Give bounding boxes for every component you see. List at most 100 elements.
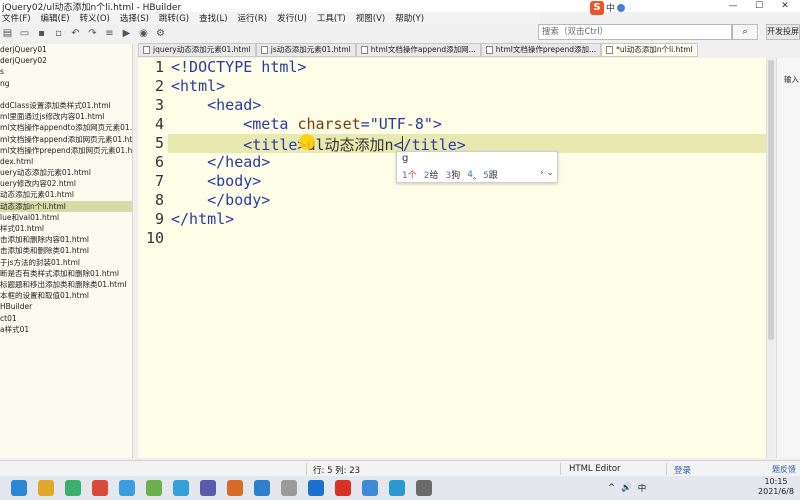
wps-icon[interactable] — [335, 480, 351, 496]
code-line[interactable]: <meta charset="UTF-8"> — [171, 115, 442, 133]
app-icon[interactable] — [416, 480, 432, 496]
ime-candidate[interactable]: 4‸ — [467, 170, 476, 180]
app-icon[interactable] — [92, 480, 108, 496]
tree-item[interactable]: ct01 — [0, 313, 132, 324]
editor-tab[interactable]: html文档操作prepend添加... — [480, 43, 602, 57]
tray-icon[interactable]: ^ — [608, 483, 615, 493]
tree-item[interactable]: uery修改内容02.html — [0, 178, 132, 189]
format-icon[interactable]: ≡ — [104, 28, 115, 39]
start-icon[interactable] — [11, 480, 27, 496]
save-all-icon[interactable]: ▫ — [53, 28, 64, 39]
tree-item[interactable]: derjQuery02 — [0, 55, 132, 66]
save-icon[interactable]: ▪ — [36, 28, 47, 39]
code-line[interactable]: <body> — [171, 172, 261, 190]
ime-lang-indicator[interactable]: 中 — [606, 1, 615, 14]
tree-item[interactable]: 标题题和移出添加类和删除类01.html — [0, 279, 132, 290]
tree-item[interactable]: 击添加和删除内容01.html — [0, 234, 132, 245]
undo-icon[interactable]: ↶ — [70, 28, 81, 39]
tree-item[interactable]: s — [0, 66, 132, 77]
tray-icon[interactable]: 中 — [638, 482, 647, 494]
tree-item[interactable]: ng — [0, 78, 132, 89]
open-folder-icon[interactable]: ▭ — [19, 28, 30, 39]
search-button[interactable]: ⌕ — [732, 24, 758, 40]
ime-candidate[interactable]: 5跟 — [483, 168, 498, 181]
settings-icon[interactable]: ⚙ — [155, 28, 166, 39]
tree-item[interactable]: 动态添加n个li.html — [0, 200, 132, 212]
menu-item[interactable]: 跳转(G) — [159, 12, 189, 24]
code-line[interactable]: </html> — [171, 210, 234, 228]
menu-item[interactable]: 编辑(E) — [41, 12, 70, 24]
ime-candidate[interactable]: 3狗 — [446, 168, 461, 181]
search-input[interactable]: 搜索（双击Ctrl） — [538, 24, 732, 40]
tree-item[interactable]: ml里面通过js修改内容01.html — [0, 111, 132, 122]
editor-tab[interactable]: js动态添加元素01.html — [255, 43, 356, 57]
code-line[interactable]: <head> — [171, 96, 261, 114]
tree-item[interactable]: uery动态添加元素01.html — [0, 167, 132, 178]
ime-candidate[interactable]: 2给 — [424, 168, 439, 181]
tree-item[interactable]: lue和val01.html — [0, 212, 132, 223]
code-line[interactable]: <!DOCTYPE html> — [171, 58, 306, 76]
ime-status-bar[interactable]: S 中 — [590, 0, 670, 15]
redo-icon[interactable]: ↷ — [87, 28, 98, 39]
code-line[interactable]: </body> — [171, 191, 270, 209]
tree-item[interactable]: a样式01 — [0, 324, 132, 335]
editor-tab[interactable]: jquery动态添加元素01.html — [138, 43, 256, 57]
code-line[interactable]: </head> — [171, 153, 270, 171]
tree-item[interactable]: 断是否有类样式添加和删除01.html — [0, 268, 132, 279]
new-file-icon[interactable]: ▤ — [2, 28, 13, 39]
menu-item[interactable]: 文件(F) — [2, 12, 31, 24]
tree-item[interactable]: dex.html — [0, 156, 132, 167]
tree-item[interactable]: 于js方法的封装01.html — [0, 257, 132, 268]
login-link[interactable]: 登录 — [674, 464, 691, 476]
menu-item[interactable]: 运行(R) — [238, 12, 268, 24]
menu-item[interactable]: 选择(S) — [120, 12, 149, 24]
menu-item[interactable]: 查找(L) — [199, 12, 227, 24]
browser-icon[interactable]: ◉ — [138, 28, 149, 39]
tree-item[interactable]: ml文档操作append添加网页元素01.html — [0, 134, 132, 145]
right-panel-label[interactable]: 输入 — [784, 74, 799, 85]
tree-item[interactable]: ml文档操作appendto添加网页元素01.html — [0, 122, 132, 133]
tree-item[interactable]: HBuilder — [0, 301, 132, 312]
editor-tab[interactable]: html文档操作append添加网... — [355, 43, 481, 57]
menu-item[interactable]: 发行(U) — [277, 12, 307, 24]
minimize-button[interactable]: — — [720, 0, 746, 12]
app-icon[interactable] — [200, 480, 216, 496]
menu-item[interactable]: 视图(V) — [356, 12, 385, 24]
tray-icon[interactable]: 🔊 — [621, 483, 632, 493]
system-clock[interactable]: 10:15 2021/6/8 — [752, 477, 800, 497]
tree-item[interactable] — [0, 89, 132, 100]
ime-settings-icon[interactable] — [617, 3, 626, 12]
tree-item[interactable]: ml文档操作prepend添加网页元素01.html — [0, 145, 132, 156]
hbuilder-taskbar-icon[interactable] — [254, 480, 270, 496]
app-icon[interactable] — [227, 480, 243, 496]
run-icon[interactable]: ▶ — [121, 28, 132, 39]
menu-item[interactable]: 转义(O) — [80, 12, 110, 24]
ime-candidate-popup[interactable]: g 1个 2给 3狗 4‸ 5跟 › ⌄ — [396, 151, 558, 183]
app-icon[interactable] — [308, 480, 324, 496]
editor-mode[interactable]: HTML Editor — [569, 464, 621, 474]
tree-item[interactable]: 本框的设置和取值01.html — [0, 290, 132, 301]
app-icon[interactable] — [146, 480, 162, 496]
maximize-button[interactable]: ☐ — [746, 0, 772, 12]
browser-app-icon[interactable] — [65, 480, 81, 496]
scrollbar-thumb[interactable] — [768, 60, 774, 340]
close-button[interactable]: ✕ — [772, 0, 798, 12]
app-icon[interactable] — [389, 480, 405, 496]
app-icon[interactable] — [173, 480, 189, 496]
menu-item[interactable]: 帮助(Y) — [395, 12, 424, 24]
file-explorer-icon[interactable] — [38, 480, 54, 496]
sogou-logo-icon[interactable]: S — [590, 0, 604, 15]
app-icon[interactable] — [362, 480, 378, 496]
editor-scrollbar[interactable] — [766, 58, 775, 458]
tree-item[interactable]: derjQuery01 — [0, 44, 132, 55]
screen-cast-button[interactable]: 开发投屏 — [766, 24, 800, 40]
feedback-link[interactable]: 题反馈 — [772, 464, 796, 475]
app-icon[interactable] — [281, 480, 297, 496]
code-line[interactable]: <html> — [171, 77, 225, 95]
tree-item[interactable]: 击添加类和删除类01.html — [0, 245, 132, 256]
tree-item[interactable]: ddClass设置添加类样式01.html — [0, 100, 132, 111]
editor-tab[interactable]: *ul动态添加n个li.html — [601, 43, 698, 57]
tree-item[interactable]: 动态添加元素01.html — [0, 189, 132, 200]
tree-item[interactable]: 样式01.html — [0, 223, 132, 234]
ime-candidate[interactable]: 1个 — [402, 168, 417, 181]
